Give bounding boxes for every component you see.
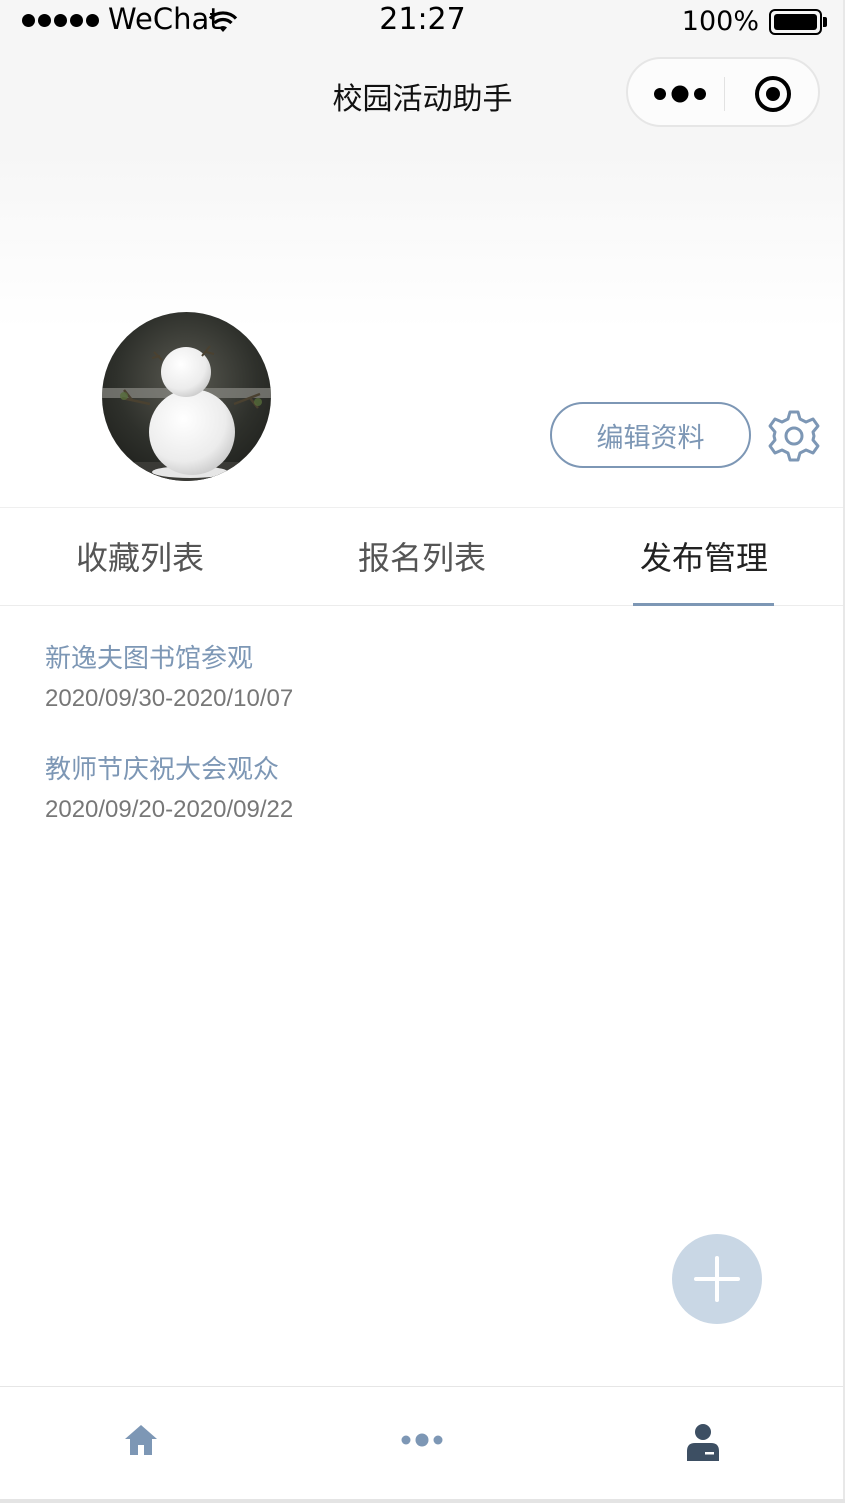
activity-title[interactable]: 新逸夫图书馆参观 xyxy=(45,640,805,680)
tabbar-home[interactable] xyxy=(81,1387,201,1497)
user-icon xyxy=(687,1424,719,1461)
list-item[interactable]: 教师节庆祝大会观众 2020/09/20-2020/09/22 xyxy=(45,751,805,862)
target-icon[interactable] xyxy=(753,74,793,114)
capsule-divider xyxy=(724,77,725,111)
activity-title[interactable]: 教师节庆祝大会观众 xyxy=(45,751,805,791)
tabbar-profile[interactable] xyxy=(643,1387,763,1497)
add-activity-button[interactable] xyxy=(672,1234,762,1324)
list-item[interactable]: 新逸夫图书馆参观 2020/09/30-2020/10/07 xyxy=(45,640,805,751)
tab-bar-top: 收藏列表 报名列表 发布管理 xyxy=(0,507,845,606)
edit-profile-button[interactable]: 编辑资料 xyxy=(550,402,751,468)
tabbar-more[interactable] xyxy=(362,1387,482,1497)
published-activity-list: 新逸夫图书馆参观 2020/09/30-2020/10/07 教师节庆祝大会观众… xyxy=(45,640,805,862)
more-dots-icon xyxy=(401,1433,443,1447)
tab-publish-management[interactable]: 发布管理 xyxy=(564,508,844,606)
tab-registrations[interactable]: 报名列表 xyxy=(282,508,562,606)
bottom-tab-bar xyxy=(0,1386,845,1503)
home-icon xyxy=(125,1425,157,1455)
active-tab-indicator xyxy=(633,603,774,606)
avatar[interactable] xyxy=(102,312,271,481)
tab-favorites[interactable]: 收藏列表 xyxy=(0,508,280,606)
more-icon[interactable] xyxy=(652,82,708,106)
status-bar: WeChat 21:27 100% xyxy=(0,0,845,44)
battery-icon xyxy=(769,9,827,35)
snowman-avatar-image xyxy=(102,312,271,481)
plus-icon xyxy=(694,1256,740,1302)
gear-icon[interactable] xyxy=(766,408,822,464)
battery-percent: 100% xyxy=(681,6,759,37)
mini-program-capsule xyxy=(626,57,820,127)
activity-date: 2020/09/20-2020/09/22 xyxy=(45,796,294,823)
bottom-edge xyxy=(0,1499,845,1503)
activity-date: 2020/09/30-2020/10/07 xyxy=(45,685,294,712)
